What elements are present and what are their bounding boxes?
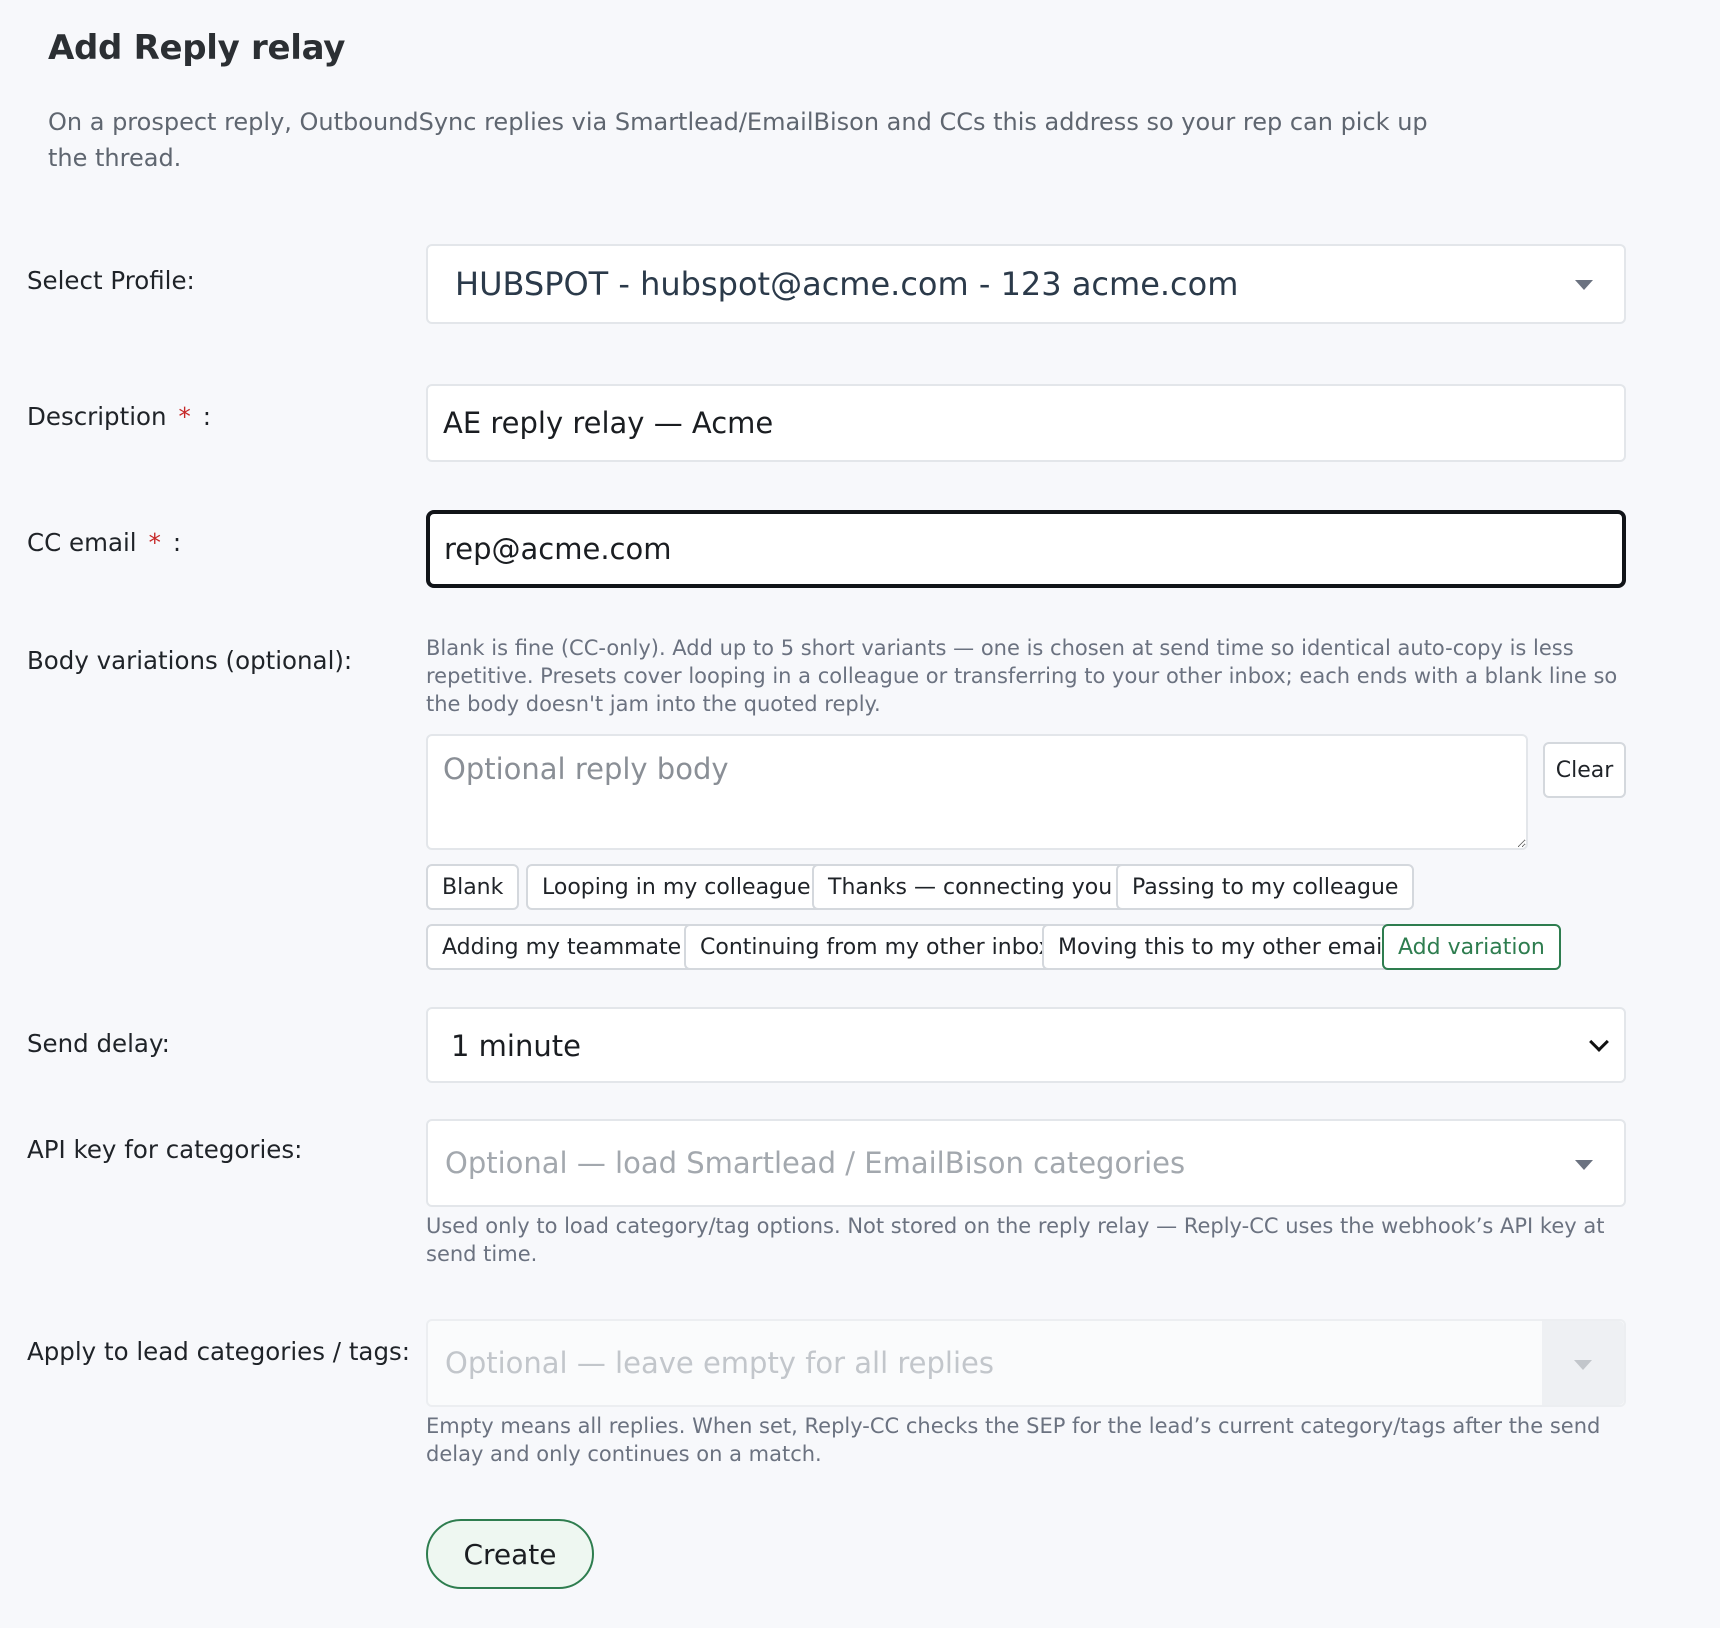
lead-tags-select[interactable]: Optional — leave empty for all replies bbox=[426, 1319, 1626, 1407]
label-colon: : bbox=[202, 402, 212, 431]
api-key-label: API key for categories: bbox=[27, 1135, 303, 1164]
page-description: On a prospect reply, OutboundSync replie… bbox=[48, 108, 1428, 172]
lead-tags-dropdown-toggle[interactable] bbox=[1542, 1321, 1624, 1405]
preset-adding-button[interactable]: Adding my teammate bbox=[426, 924, 698, 970]
required-mark: * bbox=[148, 528, 161, 557]
chevron-down-icon bbox=[1589, 1032, 1609, 1052]
cc-email-input[interactable] bbox=[426, 510, 1626, 588]
body-variations-help: Blank is fine (CC-only). Add up to 5 sho… bbox=[426, 636, 1618, 716]
caret-down-icon bbox=[1575, 280, 1593, 290]
create-button[interactable]: Create bbox=[426, 1519, 594, 1589]
preset-passing-button[interactable]: Passing to my colleague bbox=[1116, 864, 1415, 910]
send-delay-label: Send delay: bbox=[27, 1029, 170, 1058]
lead-tags-label: Apply to lead categories / tags: bbox=[27, 1337, 411, 1366]
required-mark: * bbox=[178, 402, 191, 431]
send-delay-value: 1 minute bbox=[451, 1029, 581, 1063]
cc-email-label: CC email *: bbox=[27, 528, 181, 557]
send-delay-select[interactable]: 1 minute bbox=[426, 1007, 1626, 1083]
preset-continuing-button[interactable]: Continuing from my other inbox bbox=[684, 924, 1068, 970]
lead-tags-placeholder: Optional — leave empty for all replies bbox=[445, 1346, 994, 1380]
body-variations-label: Body variations (optional): bbox=[27, 646, 353, 675]
description-label-text: Description bbox=[27, 402, 167, 431]
profile-select[interactable]: HUBSPOT - hubspot@acme.com - 123 acme.co… bbox=[426, 244, 1626, 324]
api-key-select[interactable]: Optional — load Smartlead / EmailBison c… bbox=[426, 1119, 1626, 1207]
lead-tags-help: Empty means all replies. When set, Reply… bbox=[426, 1414, 1601, 1466]
reply-body-textarea[interactable] bbox=[426, 734, 1528, 850]
preset-thanks-button[interactable]: Thanks — connecting you bbox=[812, 864, 1129, 910]
caret-down-icon bbox=[1575, 1160, 1593, 1170]
caret-down-icon bbox=[1574, 1360, 1592, 1370]
cc-email-label-text: CC email bbox=[27, 528, 137, 557]
description-input[interactable] bbox=[426, 384, 1626, 462]
preset-looping-button[interactable]: Looping in my colleague bbox=[526, 864, 827, 910]
page-title: Add Reply relay bbox=[48, 28, 346, 68]
api-key-help: Used only to load category/tag options. … bbox=[426, 1214, 1605, 1266]
profile-select-value: HUBSPOT - hubspot@acme.com - 123 acme.co… bbox=[455, 265, 1239, 303]
clear-button[interactable]: Clear bbox=[1543, 742, 1626, 798]
label-colon: : bbox=[172, 528, 182, 557]
api-key-placeholder: Optional — load Smartlead / EmailBison c… bbox=[445, 1146, 1186, 1180]
description-label: Description *: bbox=[27, 402, 211, 431]
preset-blank-button[interactable]: Blank bbox=[426, 864, 520, 910]
profile-label: Select Profile: bbox=[27, 266, 195, 295]
preset-moving-button[interactable]: Moving this to my other email bbox=[1042, 924, 1405, 970]
add-variation-button[interactable]: Add variation bbox=[1382, 924, 1561, 970]
